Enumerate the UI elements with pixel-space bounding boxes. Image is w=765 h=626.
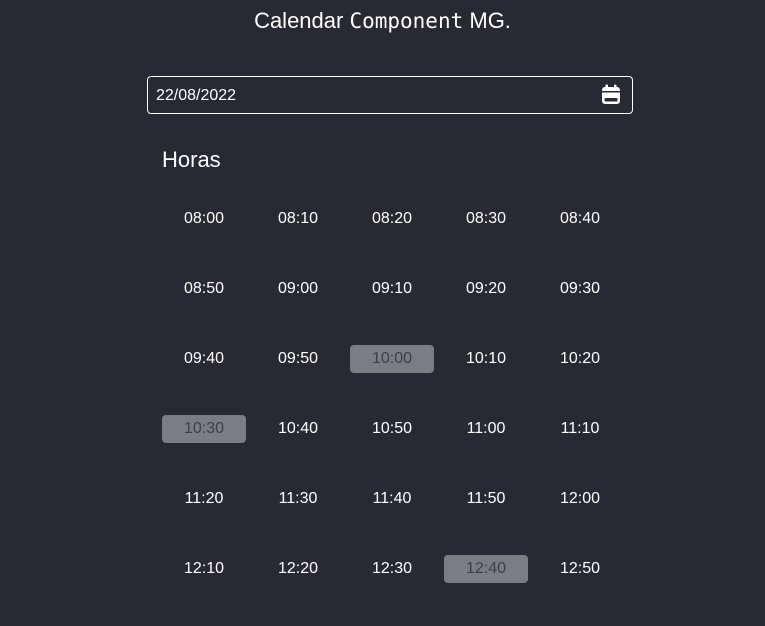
time-slot-1110[interactable]: 11:10 [538, 415, 622, 443]
time-slot-1130[interactable]: 11:30 [256, 485, 340, 513]
time-slot-1200[interactable]: 12:00 [538, 485, 622, 513]
time-slot-1050[interactable]: 10:50 [350, 415, 434, 443]
time-slot-1010[interactable]: 10:10 [444, 345, 528, 373]
time-slot-0840[interactable]: 08:40 [538, 205, 622, 233]
calendar-page: Calendar Component MG. 22/08/2022 Horas … [0, 0, 765, 626]
time-slot-1000[interactable]: 10:00 [350, 345, 434, 373]
page-title: Calendar Component MG. [0, 6, 765, 36]
title-text-mg: MG. [463, 8, 511, 33]
time-slot-0810[interactable]: 08:10 [256, 205, 340, 233]
time-slot-grid: 08:00 08:10 08:20 08:30 08:40 08:50 09:00 09:10… [162, 205, 612, 583]
date-input[interactable]: 22/08/2022 [147, 76, 633, 114]
time-slot-0850[interactable]: 08:50 [162, 275, 246, 303]
time-slot-1210[interactable]: 12:10 [162, 555, 246, 583]
time-slot-1240[interactable]: 12:40 [444, 555, 528, 583]
time-slot-0910[interactable]: 09:10 [350, 275, 434, 303]
calendar-icon[interactable] [600, 84, 622, 106]
time-slot-1100[interactable]: 11:00 [444, 415, 528, 443]
time-slot-1030[interactable]: 10:30 [162, 415, 246, 443]
time-slot-1020[interactable]: 10:20 [538, 345, 622, 373]
time-slot-0950[interactable]: 09:50 [256, 345, 340, 373]
time-slot-0830[interactable]: 08:30 [444, 205, 528, 233]
date-input-value: 22/08/2022 [156, 87, 237, 104]
title-text-calendar: Calendar [254, 8, 350, 33]
title-text-component: Component [349, 9, 464, 33]
time-slot-1250[interactable]: 12:50 [538, 555, 622, 583]
time-slot-1230[interactable]: 12:30 [350, 555, 434, 583]
time-slot-0800[interactable]: 08:00 [162, 205, 246, 233]
time-slot-0930[interactable]: 09:30 [538, 275, 622, 303]
time-slot-0940[interactable]: 09:40 [162, 345, 246, 373]
time-slot-1140[interactable]: 11:40 [350, 485, 434, 513]
time-slot-1040[interactable]: 10:40 [256, 415, 340, 443]
hours-label: Horas [162, 147, 221, 172]
time-slot-1120[interactable]: 11:20 [162, 485, 246, 513]
time-slot-1150[interactable]: 11:50 [444, 485, 528, 513]
time-slot-0920[interactable]: 09:20 [444, 275, 528, 303]
time-slot-0900[interactable]: 09:00 [256, 275, 340, 303]
time-slot-0820[interactable]: 08:20 [350, 205, 434, 233]
time-slot-1220[interactable]: 12:20 [256, 555, 340, 583]
